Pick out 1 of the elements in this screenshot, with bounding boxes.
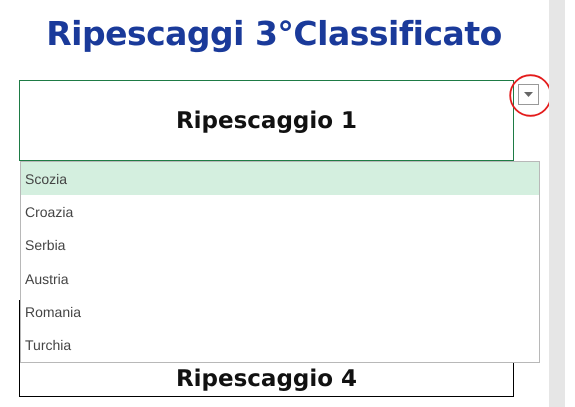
sheet-title: Ripescaggi 3°Classificato: [45, 14, 503, 53]
